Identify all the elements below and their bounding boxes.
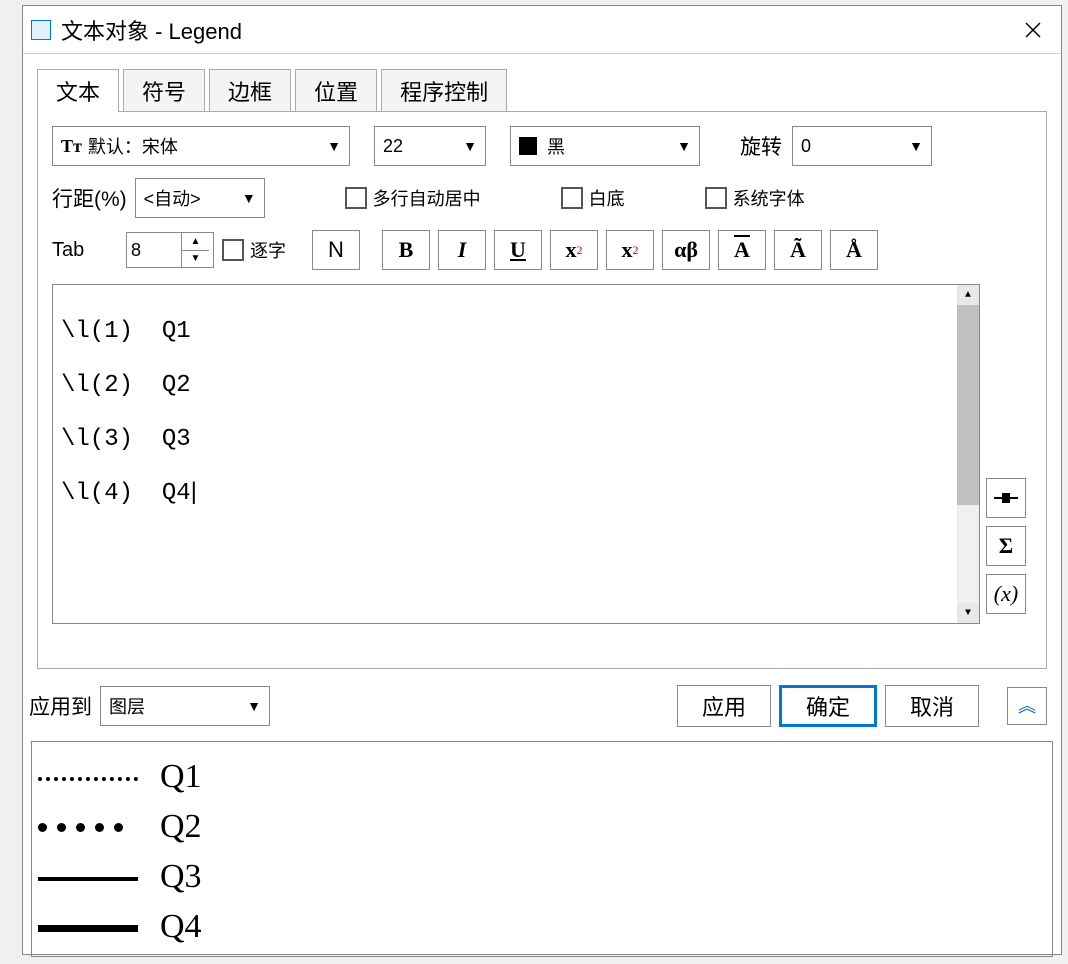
font-size-value: 22 <box>383 136 403 157</box>
app-icon <box>31 20 51 40</box>
text-object-dialog: 文本对象 - Legend 文本 符号 边框 位置 程序控制 Ƭт 默认：宋体 … <box>22 5 1062 955</box>
legend-preview-item: Q4 <box>38 902 1046 952</box>
tab-width-label: Tab <box>52 239 118 262</box>
apply-to-value: 图层 <box>109 693 145 719</box>
chevron-down-icon: ▼ <box>327 138 341 154</box>
legend-preview-item: Q3 <box>38 852 1046 902</box>
spinner-down-icon[interactable]: ▼ <box>182 251 209 268</box>
titlebar: 文本对象 - Legend <box>23 6 1061 54</box>
chevron-up-double-icon: ︽ <box>1018 701 1036 712</box>
tabs: 文本 符号 边框 位置 程序控制 <box>37 69 1061 112</box>
format-subscript-button[interactable]: x2 <box>606 230 654 270</box>
rotate-select[interactable]: 0 ▼ <box>792 126 932 166</box>
collapse-preview-button[interactable]: ︽ <box>1007 687 1047 725</box>
font-family-value: 默认：宋体 <box>88 133 178 159</box>
tab-width-input[interactable] <box>127 233 181 267</box>
cancel-button[interactable]: 取消 <box>885 685 979 727</box>
linespacing-select[interactable]: <自动> ▼ <box>135 178 265 218</box>
tab-symbol[interactable]: 符号 <box>123 69 205 112</box>
legend-preview-item: Q2 <box>38 802 1046 852</box>
tab-panel-text: Ƭт 默认：宋体 ▼ 22 ▼ 黑 ▼ 旋转 0 ▼ 行距(%) <box>37 111 1047 669</box>
checkbox-icon <box>705 187 727 209</box>
color-swatch-icon <box>519 137 537 155</box>
font-family-select[interactable]: Ƭт 默认：宋体 ▼ <box>52 126 350 166</box>
text-content-textarea[interactable]: \l(1) Q1 \l(2) Q2 \l(3) Q3 \l(4) Q4 ▲ ▼ <box>52 284 980 624</box>
legend-item-label: Q4 <box>160 908 202 946</box>
legend-line-icon <box>38 917 138 937</box>
font-icon: Ƭт <box>61 136 82 157</box>
legend-item-label: Q2 <box>160 808 202 846</box>
close-button[interactable] <box>1013 14 1053 46</box>
format-dot-button[interactable]: Å <box>830 230 878 270</box>
apply-to-select[interactable]: 图层 ▼ <box>100 686 270 726</box>
per-char-checkbox[interactable]: 逐字 <box>222 237 286 263</box>
tab-text[interactable]: 文本 <box>37 69 119 112</box>
legend-line-icon <box>38 817 138 837</box>
system-font-checkbox[interactable]: 系统字体 <box>705 185 805 211</box>
tab-frame[interactable]: 边框 <box>209 69 291 112</box>
format-tilde-button[interactable]: Ã <box>774 230 822 270</box>
apply-button[interactable]: 应用 <box>677 685 771 727</box>
format-overline-button[interactable]: A <box>718 230 766 270</box>
font-size-select[interactable]: 22 ▼ <box>374 126 486 166</box>
legend-item-label: Q1 <box>160 758 202 796</box>
multiline-center-checkbox[interactable]: 多行自动居中 <box>345 185 481 211</box>
legend-preview: Q1 Q2 Q3 Q4 <box>31 741 1053 957</box>
format-superscript-button[interactable]: x2 <box>550 230 598 270</box>
linespacing-label: 行距(%) <box>52 183 127 213</box>
rotate-value: 0 <box>801 136 811 157</box>
checkbox-icon <box>222 239 244 261</box>
spinner-up-icon[interactable]: ▲ <box>182 233 209 251</box>
insert-symbol-icon <box>994 491 1018 505</box>
window-title: 文本对象 - Legend <box>61 14 1013 46</box>
chevron-down-icon: ▼ <box>242 190 256 206</box>
font-color-select[interactable]: 黑 ▼ <box>510 126 700 166</box>
format-italic-button[interactable]: I <box>438 230 486 270</box>
tab-program[interactable]: 程序控制 <box>381 69 507 112</box>
insert-variable-button[interactable]: (x) <box>986 574 1026 614</box>
insert-symbol-button[interactable] <box>986 478 1026 518</box>
chevron-down-icon: ▼ <box>463 138 477 154</box>
white-bg-label: 白底 <box>589 185 625 211</box>
scroll-up-icon[interactable]: ▲ <box>957 285 979 305</box>
font-color-value: 黑 <box>547 133 565 159</box>
white-bg-checkbox[interactable]: 白底 <box>561 185 625 211</box>
tab-width-spinner[interactable]: ▲ ▼ <box>126 232 214 268</box>
legend-preview-item: Q1 <box>38 752 1046 802</box>
scroll-thumb[interactable] <box>957 305 979 505</box>
tab-position[interactable]: 位置 <box>295 69 377 112</box>
format-underline-button[interactable]: U <box>494 230 542 270</box>
ok-button[interactable]: 确定 <box>779 685 877 727</box>
textarea-scrollbar[interactable]: ▲ ▼ <box>957 285 979 623</box>
system-font-label: 系统字体 <box>733 185 805 211</box>
insert-sigma-button[interactable]: Σ <box>986 526 1026 566</box>
legend-line-icon <box>38 867 138 887</box>
text-line: \l(1) Q1 <box>61 318 971 345</box>
checkbox-icon <box>561 187 583 209</box>
text-line: \l(3) Q3 <box>61 426 971 453</box>
scroll-down-icon[interactable]: ▼ <box>957 603 979 623</box>
format-bold-button[interactable]: B <box>382 230 430 270</box>
chevron-down-icon: ▼ <box>247 698 261 714</box>
text-line: \l(2) Q2 <box>61 372 971 399</box>
legend-item-label: Q3 <box>160 858 202 896</box>
close-icon <box>1024 21 1042 39</box>
format-greek-button[interactable]: αβ <box>662 230 710 270</box>
apply-to-label: 应用到 <box>29 691 92 721</box>
linespacing-value: <自动> <box>144 185 201 211</box>
rotate-label: 旋转 <box>740 131 782 161</box>
format-normal-button[interactable]: N <box>312 230 360 270</box>
legend-line-icon <box>38 767 138 787</box>
chevron-down-icon: ▼ <box>677 138 691 154</box>
text-line: \l(4) Q4 <box>61 480 971 507</box>
checkbox-icon <box>345 187 367 209</box>
per-char-label: 逐字 <box>250 237 286 263</box>
chevron-down-icon: ▼ <box>909 138 923 154</box>
multiline-center-label: 多行自动居中 <box>373 185 481 211</box>
scroll-track[interactable] <box>957 505 979 603</box>
